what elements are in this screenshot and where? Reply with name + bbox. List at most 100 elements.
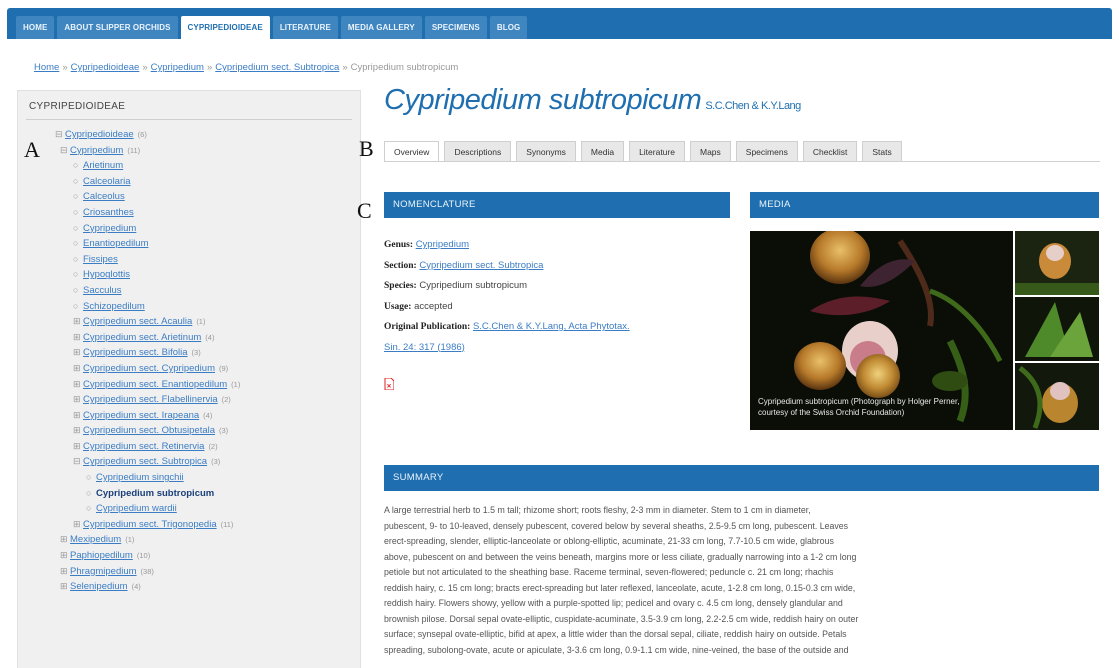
tree-node[interactable]: ○ Cypripedium [18, 221, 360, 237]
tree-node-label[interactable]: Cypripedium sect. Acaulia [83, 316, 192, 327]
tab-maps[interactable]: Maps [689, 141, 731, 162]
expand-icon[interactable]: ⊞ [73, 314, 83, 330]
expand-icon[interactable]: ⊞ [73, 330, 83, 346]
tree-node-label[interactable]: Sacculus [83, 285, 122, 296]
nav-tab-about[interactable]: ABOUT SLIPPER ORCHIDS [57, 16, 178, 39]
media-thumbnail[interactable] [1015, 363, 1099, 430]
tree-node[interactable]: ⊞ Cypripedium sect. Trigonopedia (11) [18, 517, 360, 533]
tree-node-label[interactable]: Cypripedium sect. Retinervia [83, 441, 204, 452]
tab-stats[interactable]: Stats [862, 141, 902, 162]
tree-node-label[interactable]: Cypripedium sect. Flabellinervia [83, 394, 218, 405]
tree-node[interactable]: ○ Criosanthes [18, 205, 360, 221]
tree-node-label[interactable]: Cypripedium sect. Trigonopedia [83, 519, 217, 530]
tree-node-label[interactable]: Calceolus [83, 191, 125, 202]
tab-synonyms[interactable]: Synonyms [516, 141, 576, 162]
tree-node-label[interactable]: Selenipedium [70, 581, 128, 592]
nav-tab-specimens[interactable]: SPECIMENS [424, 16, 487, 39]
tree-node-label[interactable]: Cypripedium sect. Irapeana [83, 410, 199, 421]
tree-node[interactable]: ⊞ Cypripedium sect. Cypripedium (9) [18, 361, 360, 377]
tree-node-label[interactable]: Criosanthes [83, 207, 134, 218]
tree-node[interactable]: ⊞ Paphiopedilum (10) [18, 548, 360, 564]
tree-node-label[interactable]: Cypripedium [83, 223, 136, 234]
media-thumbnail[interactable] [1015, 297, 1099, 361]
pdf-icon[interactable]: ✕ [384, 377, 395, 391]
tree-node-label[interactable]: Cypripedium sect. Subtropica [83, 456, 207, 467]
tree-node[interactable]: ⊞ Mexipedium (1) [18, 532, 360, 548]
tree-node[interactable]: ○ Sacculus [18, 283, 360, 299]
nav-tab-blog[interactable]: BLOG [489, 16, 528, 39]
tree-node[interactable]: ⊞ Cypripedium sect. Obtusipetala (3) [18, 423, 360, 439]
tree-node-label[interactable]: Cypripedium sect. Obtusipetala [83, 425, 215, 436]
tree-node[interactable]: ⊞ Cypripedium sect. Flabellinervia (2) [18, 392, 360, 408]
tree-node[interactable]: ○ Enantiopedilum [18, 236, 360, 252]
tree-node[interactable]: ○ Calceolus [18, 189, 360, 205]
tree-node-label[interactable]: Cypripedium subtropicum [96, 488, 214, 499]
collapse-icon[interactable]: ⊟ [55, 127, 65, 143]
tree-node[interactable]: ⊞ Cypripedium sect. Irapeana (4) [18, 408, 360, 424]
tree-node-current[interactable]: ○ Cypripedium subtropicum [18, 486, 360, 502]
tab-checklist[interactable]: Checklist [802, 141, 858, 162]
collapse-icon[interactable]: ⊟ [60, 143, 70, 159]
nav-tab-cypripedioideae[interactable]: CYPRIPEDIOIDEAE [180, 16, 270, 39]
expand-icon[interactable]: ⊞ [73, 408, 83, 424]
tree-node-label[interactable]: Cypripedium sect. Cypripedium [83, 363, 215, 374]
tree-node[interactable]: ○ Cypripedium singchii [18, 470, 360, 486]
expand-icon[interactable]: ⊞ [73, 361, 83, 377]
tree-node-label[interactable]: Enantiopedilum [83, 238, 149, 249]
tree-node-label[interactable]: Schizopedilum [83, 301, 145, 312]
tree-node-label[interactable]: Calceolaria [83, 176, 131, 187]
tab-media[interactable]: Media [580, 141, 625, 162]
tree-node-label[interactable]: Fissipes [83, 254, 118, 265]
nav-tab-home[interactable]: HOME [16, 16, 55, 39]
tree-node-label[interactable]: Paphiopedilum [70, 550, 133, 561]
media-thumbnail[interactable] [1015, 231, 1099, 295]
tree-node[interactable]: ⊞ Cypripedium sect. Acaulia (1) [18, 314, 360, 330]
tree-node[interactable]: ○ Schizopedilum [18, 299, 360, 315]
genus-link[interactable]: Cypripedium [416, 239, 469, 250]
breadcrumb-link[interactable]: Cypripedium sect. Subtropica [215, 62, 339, 73]
expand-icon[interactable]: ⊞ [60, 548, 70, 564]
tree-node[interactable]: ○ Fissipes [18, 252, 360, 268]
publication-link-cont[interactable]: Sin. 24: 317 (1986) [384, 342, 465, 353]
media-main-photo[interactable]: Cypripedium subtropicum (Photograph by H… [750, 231, 1013, 430]
section-link[interactable]: Cypripedium sect. Subtropica [419, 260, 543, 271]
tree-node[interactable]: ⊞ Cypripedium sect. Arietinum (4) [18, 330, 360, 346]
tab-overview[interactable]: Overview [384, 141, 440, 162]
tree-node[interactable]: ⊞ Phragmipedium (38) [18, 564, 360, 580]
tree-node[interactable]: ⊟ Cypripedioideae (6) [18, 127, 360, 143]
tree-node-label[interactable]: Arietinum [83, 160, 123, 171]
tree-node-label[interactable]: Cypripedium [70, 145, 123, 156]
tree-node-label[interactable]: Cypripedioideae [65, 129, 134, 140]
nav-tab-literature[interactable]: LITERATURE [272, 16, 338, 39]
expand-icon[interactable]: ⊞ [73, 345, 83, 361]
tree-node[interactable]: ⊞ Cypripedium sect. Retinervia (2) [18, 439, 360, 455]
tree-node-label[interactable]: Cypripedium sect. Arietinum [83, 332, 201, 343]
expand-icon[interactable]: ⊞ [60, 579, 70, 595]
tree-node-label[interactable]: Phragmipedium [70, 566, 137, 577]
tree-node[interactable]: ⊞ Cypripedium sect. Enantiopedilum (1) [18, 377, 360, 393]
tree-node[interactable]: ○ Calceolaria [18, 174, 360, 190]
tree-node-label[interactable]: Hypoglottis [83, 269, 130, 280]
tree-node-label[interactable]: Cypripedium wardii [96, 503, 177, 514]
tree-node[interactable]: ○ Hypoglottis [18, 267, 360, 283]
expand-icon[interactable]: ⊞ [73, 439, 83, 455]
tree-node[interactable]: ⊟ Cypripedium (11) [18, 143, 360, 159]
expand-icon[interactable]: ⊞ [73, 377, 83, 393]
tree-node-label[interactable]: Cypripedium sect. Bifolia [83, 347, 188, 358]
breadcrumb-link[interactable]: Cypripedium [151, 62, 204, 73]
tab-literature[interactable]: Literature [629, 141, 685, 162]
breadcrumb-link[interactable]: Home [34, 62, 59, 73]
expand-icon[interactable]: ⊞ [73, 517, 83, 533]
tree-node[interactable]: ○ Arietinum [18, 158, 360, 174]
expand-icon[interactable]: ⊞ [60, 564, 70, 580]
breadcrumb-link[interactable]: Cypripedioideae [71, 62, 140, 73]
tree-node[interactable]: ⊞ Cypripedium sect. Bifolia (3) [18, 345, 360, 361]
tree-node-label[interactable]: Cypripedium sect. Enantiopedilum [83, 379, 227, 390]
collapse-icon[interactable]: ⊟ [73, 454, 83, 470]
expand-icon[interactable]: ⊞ [60, 532, 70, 548]
tab-descriptions[interactable]: Descriptions [444, 141, 512, 162]
expand-icon[interactable]: ⊞ [73, 423, 83, 439]
publication-link[interactable]: S.C.Chen & K.Y.Lang, Acta Phytotax. [473, 321, 630, 332]
tab-specimens[interactable]: Specimens [735, 141, 798, 162]
tree-node[interactable]: ⊞ Selenipedium (4) [18, 579, 360, 595]
